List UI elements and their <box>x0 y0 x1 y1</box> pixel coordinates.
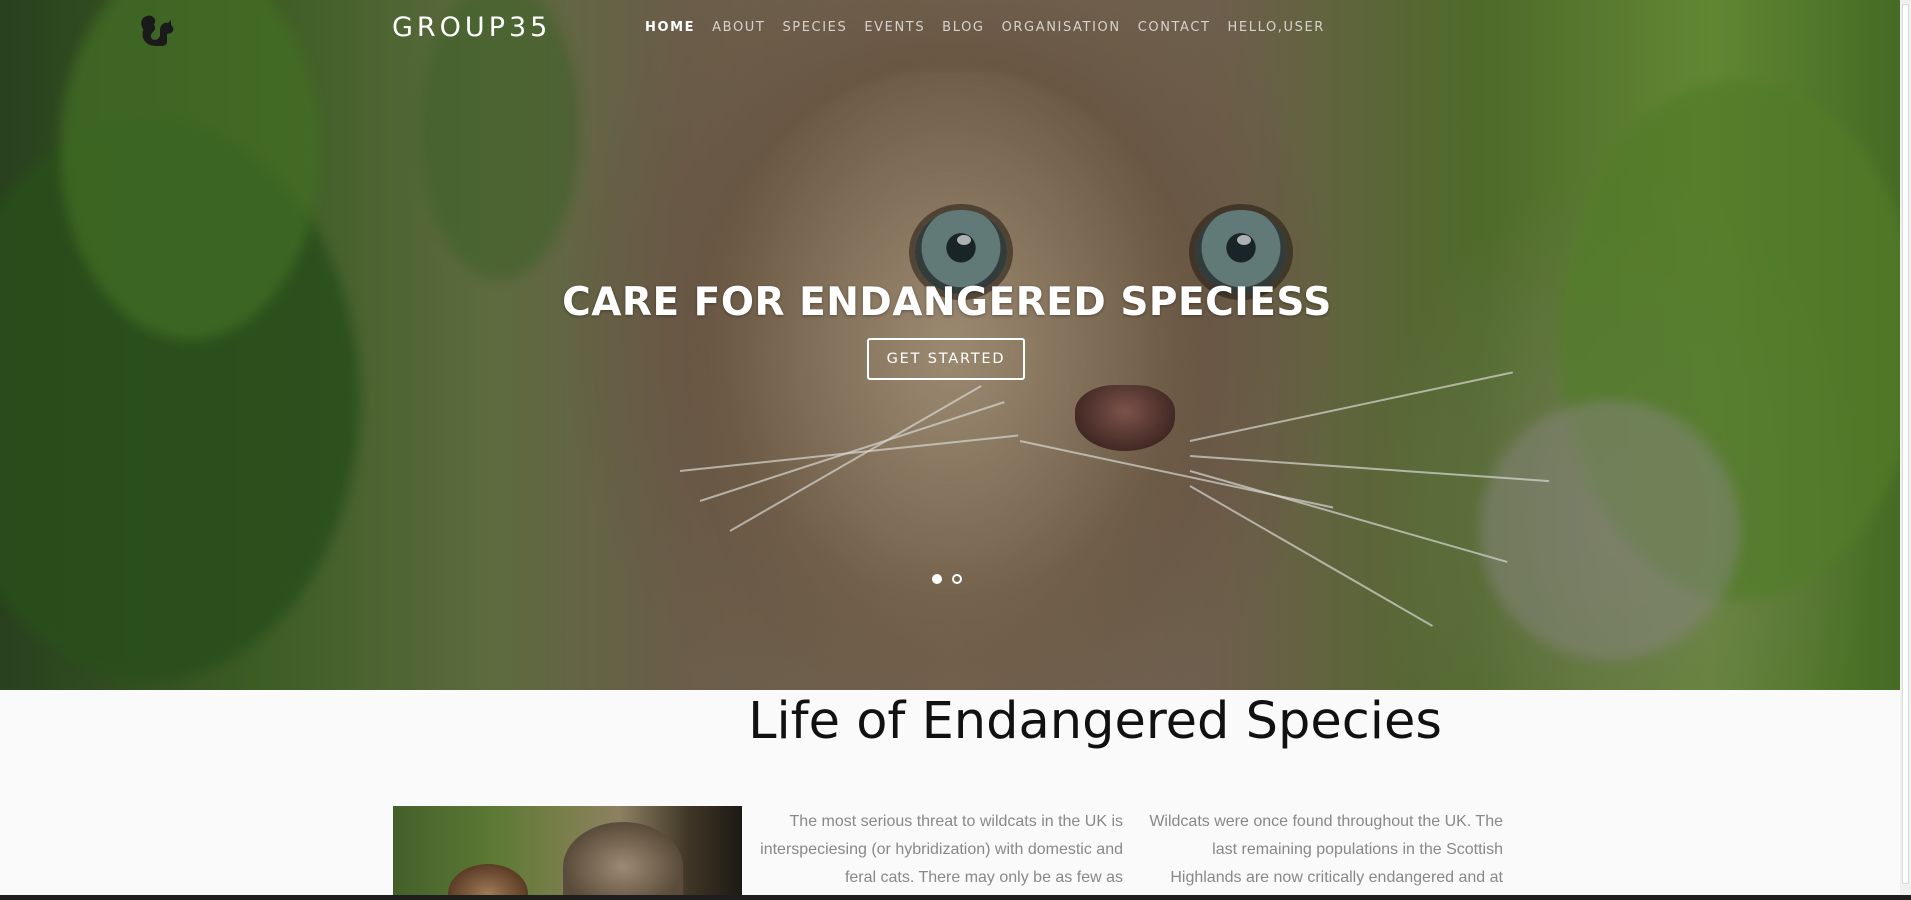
nav-organisation[interactable]: ORGANISATION <box>1002 20 1121 35</box>
paragraph-history: Wildcats were once found throughout the … <box>1149 813 1503 886</box>
scrollbar-thumb[interactable] <box>1902 4 1909 884</box>
hero-banner: CARE FOR ENDANGERED SPECIESS GET STARTED <box>0 0 1900 690</box>
window-bottom-edge <box>0 895 1911 900</box>
carousel-dot-1[interactable] <box>932 574 942 584</box>
nav-user-greeting[interactable]: HELLO,USER <box>1228 20 1325 35</box>
get-started-button[interactable]: GET STARTED <box>867 338 1025 380</box>
nav-blog[interactable]: BLOG <box>942 20 984 35</box>
section-title: Life of Endangered Species <box>748 692 1442 751</box>
nav-species[interactable]: SPECIES <box>782 20 847 35</box>
main-menu: HOME ABOUT SPECIES EVENTS BLOG ORGANISAT… <box>645 20 1342 35</box>
nav-contact[interactable]: CONTACT <box>1138 20 1211 35</box>
brand-logo[interactable]: GROUP35 <box>392 12 551 43</box>
page: CARE FOR ENDANGERED SPECIESS GET STARTED… <box>0 0 1900 900</box>
vertical-scrollbar[interactable] <box>1900 0 1911 900</box>
carousel-dot-2[interactable] <box>952 574 962 584</box>
nav-events[interactable]: EVENTS <box>864 20 925 35</box>
wildcats-thumbnail[interactable] <box>393 806 742 900</box>
carousel-indicators <box>932 574 962 584</box>
nav-home[interactable]: HOME <box>645 20 695 35</box>
squirrel-icon[interactable] <box>134 12 178 52</box>
hero-title: CARE FOR ENDANGERED SPECIESS <box>562 280 1332 325</box>
top-navbar: GROUP35 HOME ABOUT SPECIES EVENTS BLOG O… <box>0 0 1900 56</box>
paragraph-threats: The most serious threat to wildcats in t… <box>760 813 1123 886</box>
nav-about[interactable]: ABOUT <box>712 20 765 35</box>
